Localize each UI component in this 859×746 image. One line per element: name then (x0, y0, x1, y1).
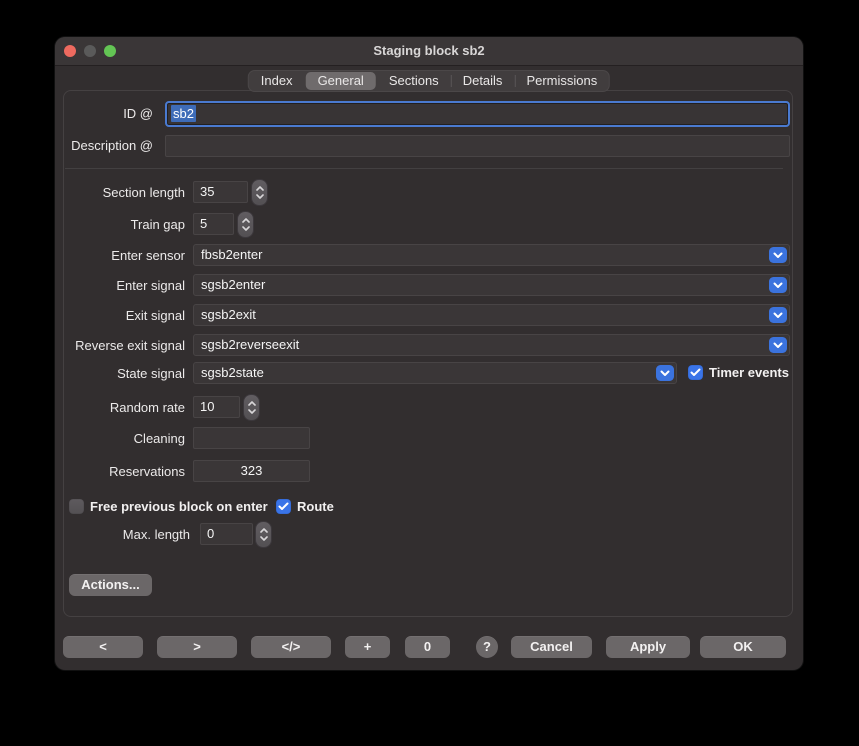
description-input[interactable] (165, 135, 790, 157)
train-gap-input[interactable]: 5 (193, 213, 234, 235)
ok-button[interactable]: OK (700, 636, 786, 658)
xml-button[interactable]: </> (251, 636, 331, 658)
chevron-down-icon[interactable] (769, 337, 787, 353)
stepper-down-icon[interactable] (260, 536, 268, 541)
enter-sensor-value: fbsb2enter (201, 247, 262, 262)
staging-block-dialog: Staging block sb2 Index General Sections… (55, 37, 803, 670)
free-previous-block-label: Free previous block on enter (90, 496, 268, 518)
random-rate-stepper[interactable] (244, 395, 259, 420)
traffic-lights (64, 45, 116, 57)
cancel-button[interactable]: Cancel (511, 636, 592, 658)
route-label: Route (297, 496, 334, 518)
stepper-down-icon[interactable] (248, 409, 256, 414)
chevron-down-icon[interactable] (769, 277, 787, 293)
window-title: Staging block sb2 (55, 37, 803, 65)
stepper-up-icon[interactable] (260, 528, 268, 533)
free-previous-block-checkbox[interactable] (69, 499, 84, 514)
tab-general[interactable]: General (306, 72, 376, 90)
cleaning-input[interactable] (193, 427, 310, 449)
help-button[interactable]: ? (476, 636, 498, 658)
reverse-exit-signal-combobox[interactable]: sgsb2reverseexit (193, 334, 790, 356)
enter-sensor-label: Enter sensor (55, 245, 185, 267)
description-label: Description @ (55, 135, 153, 157)
section-divider (65, 168, 783, 169)
next-button[interactable]: > (157, 636, 237, 658)
state-signal-combobox[interactable]: sgsb2state (193, 362, 677, 384)
tab-bar: Index General Sections Details Permissio… (248, 70, 610, 92)
exit-signal-value: sgsb2exit (201, 307, 256, 322)
enter-signal-value: sgsb2enter (201, 277, 265, 292)
route-checkbox[interactable] (276, 499, 291, 514)
state-signal-value: sgsb2state (201, 365, 264, 380)
title-bar[interactable]: Staging block sb2 (55, 37, 803, 66)
max-length-label: Max. length (55, 524, 190, 546)
id-label: ID @ (55, 103, 153, 125)
reverse-exit-signal-value: sgsb2reverseexit (201, 337, 299, 352)
section-length-stepper[interactable] (252, 180, 267, 205)
previous-button[interactable]: < (63, 636, 143, 658)
zero-button[interactable]: 0 (405, 636, 450, 658)
cleaning-label: Cleaning (55, 428, 185, 450)
enter-signal-combobox[interactable]: sgsb2enter (193, 274, 790, 296)
minimize-window-button[interactable] (84, 45, 96, 57)
train-gap-label: Train gap (55, 214, 185, 236)
section-length-input[interactable]: 35 (193, 181, 248, 203)
max-length-input[interactable]: 0 (200, 523, 253, 545)
reverse-exit-signal-label: Reverse exit signal (55, 335, 185, 357)
tab-index[interactable]: Index (249, 71, 305, 91)
train-gap-stepper[interactable] (238, 212, 253, 237)
stepper-up-icon[interactable] (256, 186, 264, 191)
enter-sensor-combobox[interactable]: fbsb2enter (193, 244, 790, 266)
id-input[interactable]: sb2 (165, 101, 790, 127)
tab-permissions[interactable]: Permissions (514, 71, 609, 91)
random-rate-label: Random rate (55, 397, 185, 419)
state-signal-label: State signal (55, 363, 185, 385)
check-icon (278, 502, 289, 511)
tab-details[interactable]: Details (451, 71, 515, 91)
timer-events-label: Timer events (709, 362, 789, 384)
id-selected-text: sb2 (171, 105, 196, 122)
stepper-down-icon[interactable] (256, 194, 264, 199)
enter-signal-label: Enter signal (55, 275, 185, 297)
tab-sections[interactable]: Sections (377, 71, 451, 91)
section-length-label: Section length (55, 182, 185, 204)
close-window-button[interactable] (64, 45, 76, 57)
apply-button[interactable]: Apply (606, 636, 690, 658)
max-length-stepper[interactable] (256, 522, 271, 547)
add-button[interactable]: + (345, 636, 390, 658)
check-icon (690, 368, 701, 377)
zoom-window-button[interactable] (104, 45, 116, 57)
reservations-label: Reservations (55, 461, 185, 483)
reservations-input[interactable]: 323 (193, 460, 310, 482)
stepper-up-icon[interactable] (242, 218, 250, 223)
timer-events-checkbox[interactable] (688, 365, 703, 380)
chevron-down-icon[interactable] (656, 365, 674, 381)
stepper-up-icon[interactable] (248, 401, 256, 406)
chevron-down-icon[interactable] (769, 307, 787, 323)
random-rate-input[interactable]: 10 (193, 396, 240, 418)
exit-signal-combobox[interactable]: sgsb2exit (193, 304, 790, 326)
chevron-down-icon[interactable] (769, 247, 787, 263)
actions-button[interactable]: Actions... (69, 574, 152, 596)
stepper-down-icon[interactable] (242, 226, 250, 231)
exit-signal-label: Exit signal (55, 305, 185, 327)
